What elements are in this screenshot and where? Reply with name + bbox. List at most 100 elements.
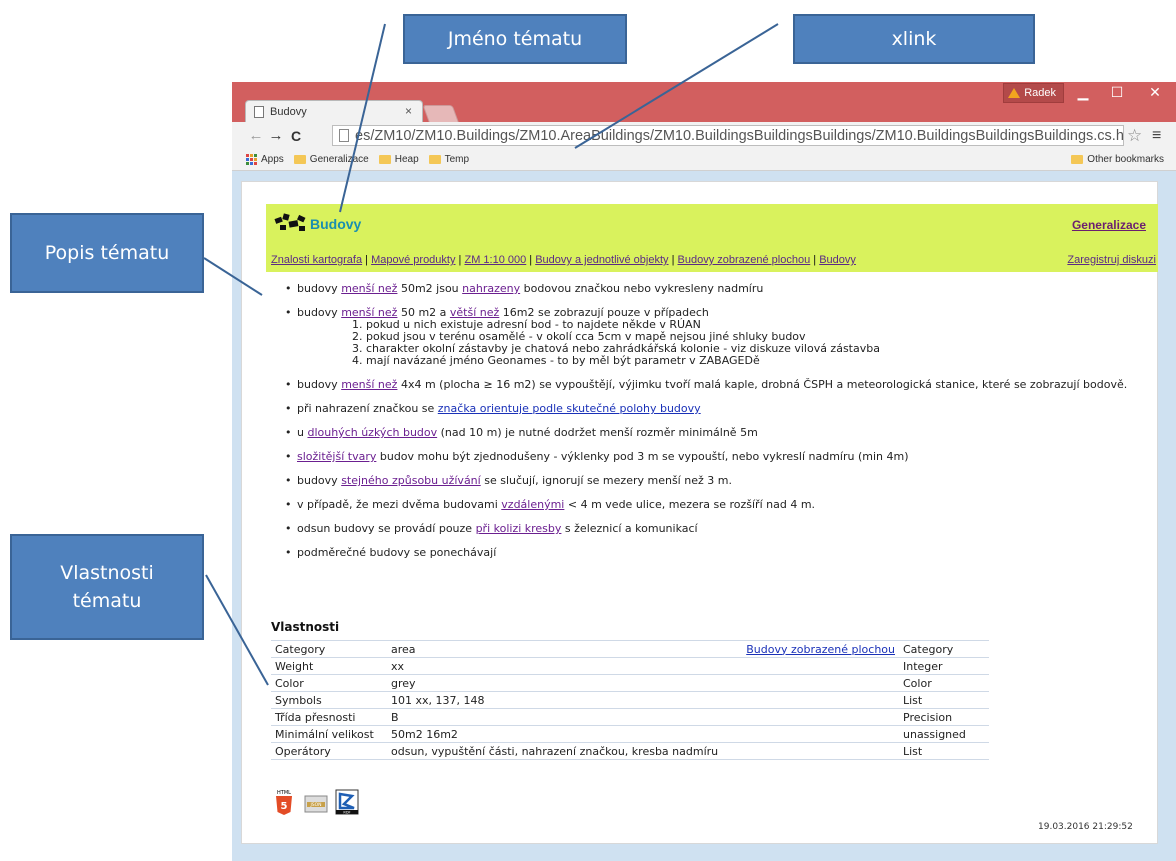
address-bar[interactable]: es/ZM10/ZM10.Buildings/ZM10.AreaBuilding…: [332, 125, 1124, 146]
list-item: podměrečné budovy se ponechávají: [283, 546, 1153, 559]
bookmark-generalizace[interactable]: Generalizace: [293, 154, 369, 165]
minimize-button[interactable]: ▁: [1066, 82, 1100, 102]
property-value: 101 xx, 137, 148: [387, 691, 741, 709]
list-item: budovy menší než 50 m2 a větší než 16m2 …: [283, 306, 1153, 367]
topic-description: budovy menší než 50m2 jsou nahrazeny bod…: [283, 282, 1153, 570]
property-link: [741, 725, 899, 743]
table-row: Category area Budovy zobrazené plochou Cate…: [271, 640, 989, 658]
property-type: Integer: [899, 657, 989, 675]
rdf-icon[interactable]: RDF: [334, 788, 360, 816]
folder-icon: [428, 155, 441, 164]
warning-icon: [1008, 88, 1021, 98]
properties-table: Category area Budovy zobrazené plochou Cate…: [271, 640, 989, 760]
bookmark-heap[interactable]: Heap: [378, 154, 419, 165]
back-arrow-icon[interactable]: ←: [246, 127, 266, 144]
list-item: u dlouhých úzkých budov (nad 10 m) je nu…: [283, 426, 1153, 439]
breadcrumb: Znalosti kartografa | Mapové produkty | …: [271, 254, 856, 266]
buildings-logo-icon: [274, 213, 306, 231]
link[interactable]: při kolizi kresby: [476, 522, 562, 535]
property-type: Color: [899, 674, 989, 692]
table-row: Minimální velikost 50m2 16m2 unassigned: [271, 725, 989, 743]
register-discussion-link[interactable]: Zaregistruj diskuzi: [1067, 254, 1156, 266]
link[interactable]: menší než: [341, 378, 397, 391]
property-type: unassigned: [899, 725, 989, 743]
folder-icon: [1071, 155, 1084, 164]
breadcrumb-item[interactable]: ZM 1:10 000: [464, 254, 526, 266]
property-name: Category: [271, 640, 387, 658]
generalizace-link[interactable]: Generalizace: [1072, 218, 1146, 232]
user-profile-button[interactable]: Radek: [1003, 83, 1064, 103]
tab-title: Budovy: [270, 105, 307, 118]
link[interactable]: nahrazeny: [462, 282, 520, 295]
table-row: Weight xx Integer: [271, 657, 989, 675]
list-item: budovy menší než 50m2 jsou nahrazeny bod…: [283, 282, 1153, 295]
toolbar: ← → C es/ZM10/ZM10.Buildings/ZM10.AreaBu…: [232, 122, 1176, 149]
svg-text:JSON: JSON: [309, 802, 321, 808]
property-type: List: [899, 742, 989, 760]
link[interactable]: stejného způsobu užívání: [341, 474, 481, 487]
callout-topic-name: Jméno tématu: [403, 14, 627, 64]
property-name: Minimální velikost: [271, 725, 387, 743]
property-type: Category: [899, 640, 989, 658]
other-bookmarks[interactable]: Other bookmarks: [1071, 154, 1164, 165]
close-tab-icon[interactable]: ×: [405, 104, 412, 118]
property-link: [741, 742, 899, 760]
property-name: Symbols: [271, 691, 387, 709]
folder-icon: [378, 155, 391, 164]
svg-text:HTML: HTML: [277, 790, 291, 796]
breadcrumb-item[interactable]: Budovy a jednotlivé objekty: [535, 254, 668, 266]
topic-header: Budovy Generalizace Znalosti kartografa …: [266, 204, 1158, 272]
list-item: při nahrazení značkou se značka orientuj…: [283, 402, 1153, 415]
property-link: [741, 674, 899, 692]
page-title: Budovy: [310, 216, 362, 232]
property-type: Precision: [899, 708, 989, 726]
breadcrumb-item[interactable]: Budovy: [819, 254, 856, 266]
close-window-button[interactable]: ✕: [1138, 82, 1172, 102]
link[interactable]: dlouhých úzkých budov: [307, 426, 437, 439]
property-value: grey: [387, 674, 741, 692]
property-value: odsun, vypuštění části, nahrazení značko…: [387, 742, 741, 760]
bookmark-apps[interactable]: Apps: [246, 154, 284, 165]
link[interactable]: značka orientuje podle skutečné polohy b…: [438, 402, 701, 415]
svg-text:5: 5: [281, 801, 288, 812]
link[interactable]: složitější tvary: [297, 450, 376, 463]
breadcrumb-item[interactable]: Mapové produkty: [371, 254, 455, 266]
table-row: Operátory odsun, vypuštění části, nahraze…: [271, 742, 989, 760]
breadcrumb-item[interactable]: Budovy zobrazené plochou: [678, 254, 811, 266]
menu-icon[interactable]: ≡: [1152, 127, 1161, 145]
user-name: Radek: [1024, 87, 1056, 99]
list-item: budovy stejného způsobu užívání se sluču…: [283, 474, 1153, 487]
list-item: složitější tvary budov mohu být zjednodu…: [283, 450, 1153, 463]
svg-text:RDF: RDF: [343, 811, 350, 815]
property-link-anchor[interactable]: Budovy zobrazené plochou: [746, 643, 895, 656]
tab-budovy[interactable]: Budovy ×: [245, 100, 423, 122]
maximize-button[interactable]: ☐: [1100, 82, 1134, 102]
sub-list-item: 4. mají navázané jméno Geonames - to by …: [352, 354, 760, 367]
property-name: Weight: [271, 657, 387, 675]
property-value: xx: [387, 657, 741, 675]
property-name: Operátory: [271, 742, 387, 760]
bookmark-star-icon[interactable]: ☆: [1127, 126, 1142, 146]
callout-xlink: xlink: [793, 14, 1035, 64]
property-link: Budovy zobrazené plochou: [741, 640, 899, 658]
forward-arrow-icon[interactable]: →: [266, 127, 286, 144]
bookmarks-bar: Apps Generalizace Heap Temp Other bookma…: [232, 149, 1176, 171]
html5-icon[interactable]: HTML 5: [273, 788, 295, 816]
property-name: Color: [271, 674, 387, 692]
property-value: area: [387, 640, 741, 658]
link[interactable]: menší než: [341, 282, 397, 295]
apps-grid-icon: [246, 154, 257, 165]
bookmark-temp[interactable]: Temp: [428, 154, 469, 165]
property-name: Třída přesnosti: [271, 708, 387, 726]
callout-topic-description: Popis tématu: [10, 213, 204, 293]
link[interactable]: vzdálenými: [501, 498, 564, 511]
list-item: odsun budovy se provádí pouze při kolizi…: [283, 522, 1153, 535]
reload-icon[interactable]: C: [286, 128, 306, 144]
property-link: [741, 657, 899, 675]
breadcrumb-item[interactable]: Znalosti kartografa: [271, 254, 362, 266]
json-icon[interactable]: JSON: [303, 788, 329, 816]
property-link: [741, 691, 899, 709]
property-type: List: [899, 691, 989, 709]
property-link: [741, 708, 899, 726]
property-value: 50m2 16m2: [387, 725, 741, 743]
